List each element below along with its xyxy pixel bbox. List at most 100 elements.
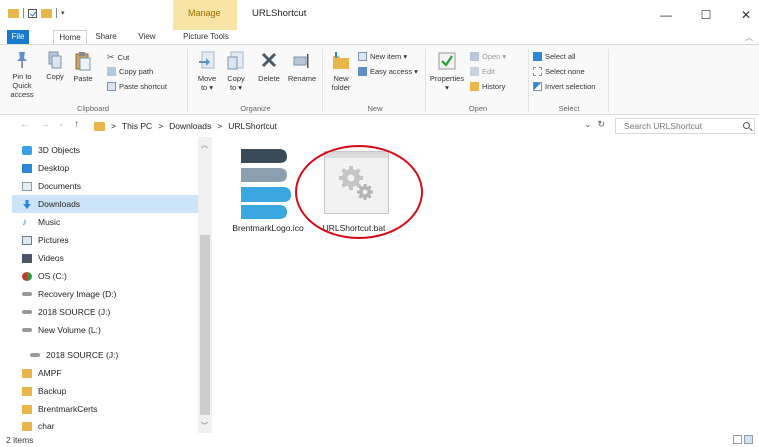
invert-selection-button[interactable]: Invert selection xyxy=(533,82,595,91)
breadcrumb-urlshortcut[interactable]: URLShortcut xyxy=(228,121,277,131)
breadcrumb-separator: > xyxy=(111,121,116,131)
sidebar-item-backup[interactable]: Backup xyxy=(22,382,198,400)
drive-icon xyxy=(22,292,32,296)
sidebar-item-pictures[interactable]: Pictures xyxy=(22,231,198,249)
breadcrumb[interactable]: > This PC > Downloads > URLShortcut xyxy=(94,118,610,134)
move-to-label-line1: Move xyxy=(197,74,217,83)
large-icons-view-icon[interactable] xyxy=(744,435,753,444)
rename-label: Rename xyxy=(287,74,317,83)
sidebar-item-music[interactable]: ♪ Music xyxy=(22,213,198,231)
pin-to-quick-access-button[interactable]: Pin to Quick access xyxy=(3,51,41,99)
sidebar-item-videos[interactable]: Videos xyxy=(22,249,198,267)
sidebar-item-label: OS (C:) xyxy=(38,271,67,281)
tab-picture-tools[interactable]: Picture Tools xyxy=(176,30,236,44)
collapse-ribbon-chevron-icon[interactable]: ︿ xyxy=(745,32,753,43)
forward-arrow-icon[interactable]: → xyxy=(40,119,50,130)
details-view-icon[interactable] xyxy=(733,435,742,444)
properties-check-icon[interactable] xyxy=(28,8,37,18)
sidebar-item-os-c[interactable]: OS (C:) xyxy=(22,267,198,285)
sidebar-item-3d-objects[interactable]: 3D Objects xyxy=(22,141,198,159)
sidebar-item-2018-source-j-root[interactable]: 2018 SOURCE (J:) xyxy=(30,346,206,364)
easy-access-icon xyxy=(358,67,367,76)
edit-button[interactable]: Edit xyxy=(470,67,495,76)
cut-button[interactable]: ✂ Cut xyxy=(107,52,129,63)
recent-locations-chevron-icon[interactable]: ⌄ xyxy=(58,119,65,128)
new-folder-label-line1: New xyxy=(333,74,349,83)
manage-context-tab[interactable]: Manage xyxy=(173,0,237,32)
scroll-up-chevron-icon[interactable]: ︿ xyxy=(201,140,208,150)
up-arrow-icon[interactable]: ↑ xyxy=(74,119,79,130)
move-to-button[interactable]: Move to ▾ xyxy=(194,51,220,92)
tab-file[interactable]: File xyxy=(7,30,29,44)
minimize-button[interactable]: — xyxy=(651,4,681,26)
copy-path-label: Copy path xyxy=(119,67,154,76)
edit-label: Edit xyxy=(482,67,495,76)
select-none-button[interactable]: Select none xyxy=(533,67,585,76)
paste-shortcut-label: Paste shortcut xyxy=(119,82,167,91)
properties-icon xyxy=(438,51,456,71)
new-folder-icon[interactable] xyxy=(41,8,52,18)
copy-path-icon xyxy=(107,67,116,76)
easy-access-button[interactable]: Easy access ▾ xyxy=(358,67,418,76)
window-title: URLShortcut xyxy=(252,8,307,19)
search-icon[interactable] xyxy=(743,122,750,129)
maximize-button[interactable]: ☐ xyxy=(691,4,721,26)
search-input[interactable]: Search URLShortcut xyxy=(615,118,755,134)
history-label: History xyxy=(482,82,506,91)
address-dropdown-chevron-icon[interactable]: ⌄ xyxy=(584,119,592,130)
copy-to-button[interactable]: Copy to ▾ xyxy=(223,51,249,92)
clipboard-group: Pin to Quick access Copy Paste ✂ Cut Cop… xyxy=(0,45,186,116)
back-arrow-icon[interactable]: ← xyxy=(20,119,30,130)
tab-home[interactable]: Home xyxy=(53,30,87,45)
sidebar-item-new-volume-l[interactable]: New Volume (L:) xyxy=(22,321,198,339)
paste-button[interactable]: Paste xyxy=(70,51,96,83)
new-group-label: New xyxy=(367,104,383,113)
sidebar-item-ampf[interactable]: AMPF xyxy=(22,364,198,382)
sidebar-item-documents[interactable]: Documents xyxy=(22,177,198,195)
breadcrumb-this-pc[interactable]: This PC xyxy=(122,121,152,131)
tab-share[interactable]: Share xyxy=(91,30,121,44)
properties-button[interactable]: Properties ▾ xyxy=(428,51,466,92)
manage-label: Manage xyxy=(188,8,221,18)
delete-button[interactable]: Delete xyxy=(254,51,284,83)
folder-icon[interactable] xyxy=(8,8,19,18)
sidebar-item-label: Desktop xyxy=(38,163,70,173)
refresh-icon[interactable]: ↻ xyxy=(598,119,606,130)
sidebar-item-2018-source-j[interactable]: 2018 SOURCE (J:) xyxy=(22,303,198,321)
folder-icon xyxy=(22,421,32,431)
new-folder-icon xyxy=(332,51,350,71)
breadcrumb-downloads[interactable]: Downloads xyxy=(169,121,211,131)
rename-button[interactable]: Rename xyxy=(286,51,318,83)
rename-icon xyxy=(293,51,311,71)
select-all-button[interactable]: Select all xyxy=(533,52,575,61)
tab-view[interactable]: View xyxy=(135,30,159,44)
close-button[interactable]: ✕ xyxy=(731,4,759,26)
select-none-icon xyxy=(533,67,542,76)
easy-access-label: Easy access ▾ xyxy=(370,67,418,76)
scroll-down-chevron-icon[interactable]: ﹀ xyxy=(201,421,208,431)
paste-shortcut-button[interactable]: Paste shortcut xyxy=(107,82,167,91)
new-item-button[interactable]: New item ▾ xyxy=(358,52,407,61)
copy-path-button[interactable]: Copy path xyxy=(107,67,153,76)
new-folder-button[interactable]: New folder xyxy=(327,51,355,92)
drive-icon xyxy=(22,310,32,314)
sidebar-scrollbar[interactable]: ︿ ﹀ xyxy=(198,137,212,433)
sidebar-item-downloads[interactable]: Downloads xyxy=(12,195,198,213)
organize-group-label: Organize xyxy=(240,104,271,113)
sidebar-item-label: Music xyxy=(38,217,61,227)
copy-icon xyxy=(48,51,62,69)
navigation-pane: 3D Objects Desktop Documents Downloads ♪… xyxy=(0,137,212,433)
copy-button[interactable]: Copy xyxy=(42,51,68,81)
open-button[interactable]: Open ▾ xyxy=(470,52,506,61)
drive-icon xyxy=(30,353,40,357)
new-folder-label-line2: folder xyxy=(331,83,351,92)
scrollbar-thumb[interactable] xyxy=(200,235,210,415)
music-icon: ♪ xyxy=(22,216,27,228)
sidebar-item-label: BrentmarkCerts xyxy=(38,404,98,414)
view-toggles xyxy=(733,435,753,444)
customize-toolbar-chevron-icon[interactable]: ▾ xyxy=(61,9,65,17)
history-button[interactable]: History xyxy=(470,82,505,91)
sidebar-item-desktop[interactable]: Desktop xyxy=(22,159,198,177)
sidebar-item-recovery-d[interactable]: Recovery Image (D:) xyxy=(22,285,198,303)
sidebar-item-brentmarkcerts[interactable]: BrentmarkCerts xyxy=(22,400,198,418)
